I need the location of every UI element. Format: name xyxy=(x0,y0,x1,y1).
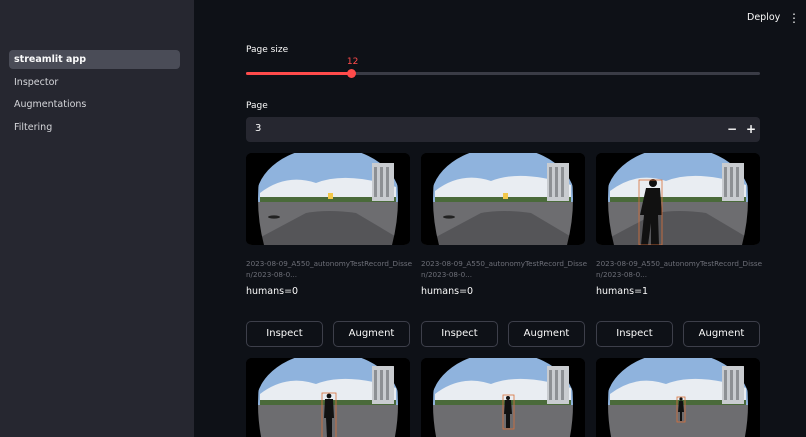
page-label: Page xyxy=(246,101,268,111)
image-thumbnail xyxy=(421,153,585,245)
augment-button[interactable]: Augment xyxy=(333,321,410,347)
image-thumbnail xyxy=(246,153,410,245)
sidebar-item-inspector[interactable]: Inspector xyxy=(9,73,180,92)
camera-image xyxy=(421,358,585,437)
humans-count: humans=0 xyxy=(421,286,474,297)
camera-image xyxy=(596,358,760,437)
inspect-button[interactable]: Inspect xyxy=(421,321,498,347)
image-caption: 2023-08-09_A550_autonomyTestRecord_Disse… xyxy=(246,258,412,280)
sidebar: streamlit app Inspector Augmentations Fi… xyxy=(0,0,194,437)
camera-image xyxy=(246,153,410,245)
image-caption: 2023-08-09_A550_autonomyTestRecord_Disse… xyxy=(421,258,587,280)
caption-line: 2023-08-09_A550_autonomyTestRecord_Disse xyxy=(421,259,587,268)
camera-image xyxy=(421,153,585,245)
caption-line: n/2023-08-0... xyxy=(246,270,298,279)
caption-line: n/2023-08-0... xyxy=(421,270,473,279)
app-root: streamlit app Inspector Augmentations Fi… xyxy=(0,0,806,437)
page-number-input[interactable]: 3 − + xyxy=(246,117,760,142)
deploy-button[interactable]: Deploy xyxy=(747,12,780,23)
image-caption: 2023-08-09_A550_autonomyTestRecord_Disse… xyxy=(596,258,762,280)
inspect-button[interactable]: Inspect xyxy=(596,321,673,347)
page-number-value[interactable]: 3 xyxy=(255,123,261,134)
camera-image xyxy=(246,358,410,437)
page-size-value: 12 xyxy=(346,57,359,67)
image-thumbnail xyxy=(596,153,760,245)
augment-button[interactable]: Augment xyxy=(508,321,585,347)
camera-image xyxy=(596,153,760,245)
augment-button[interactable]: Augment xyxy=(683,321,760,347)
image-thumbnail xyxy=(246,358,410,437)
sidebar-item-streamlit-app[interactable]: streamlit app xyxy=(9,50,180,69)
sidebar-item-filtering[interactable]: Filtering xyxy=(9,118,180,137)
page-size-label: Page size xyxy=(246,45,289,55)
inspect-button[interactable]: Inspect xyxy=(246,321,323,347)
page-size-slider[interactable] xyxy=(246,69,760,78)
kebab-menu-icon[interactable]: ⋮ xyxy=(788,10,800,26)
increment-button[interactable]: + xyxy=(743,121,759,137)
image-thumbnail xyxy=(421,358,585,437)
image-thumbnail xyxy=(596,358,760,437)
humans-count: humans=0 xyxy=(246,286,299,297)
caption-line: 2023-08-09_A550_autonomyTestRecord_Disse xyxy=(246,259,412,268)
sidebar-nav: streamlit app Inspector Augmentations Fi… xyxy=(9,50,180,140)
caption-line: 2023-08-09_A550_autonomyTestRecord_Disse xyxy=(596,259,762,268)
slider-fill xyxy=(246,72,352,75)
decrement-button[interactable]: − xyxy=(724,121,740,137)
humans-count: humans=1 xyxy=(596,286,649,297)
caption-line: n/2023-08-0... xyxy=(596,270,648,279)
sidebar-item-augmentations[interactable]: Augmentations xyxy=(9,95,180,114)
